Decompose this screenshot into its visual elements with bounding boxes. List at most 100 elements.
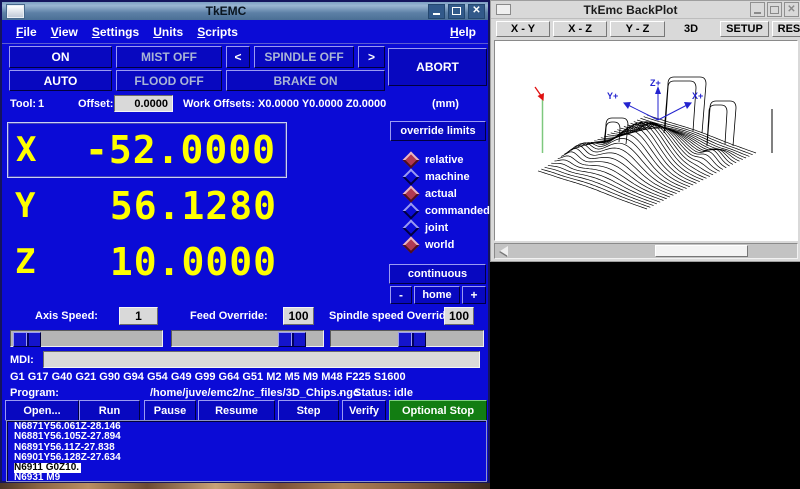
tkemc-window-icon (7, 5, 24, 18)
run-button[interactable]: Run (79, 400, 140, 421)
open-button[interactable]: Open... (5, 400, 79, 421)
backplot-canvas[interactable]: Z+Y+X+ (494, 40, 798, 241)
minimize-icon (433, 13, 440, 15)
jog-minus-button[interactable]: - (390, 286, 412, 304)
minimize-button[interactable] (428, 4, 445, 19)
tkemc-titlebar[interactable]: TkEMC ✕ (2, 2, 488, 20)
feed-override-slider[interactable] (171, 330, 324, 347)
radio-diamond-icon (403, 220, 420, 237)
axis-letter: Y (7, 186, 35, 226)
radio-diamond-icon (403, 186, 420, 203)
feed-override-value: 100 (283, 307, 314, 325)
axis-value: -52.0000 (85, 128, 286, 172)
radio-relative[interactable]: relative (387, 152, 492, 168)
jog-plus-button[interactable]: + (462, 286, 486, 304)
menu-help[interactable]: Help (450, 25, 476, 39)
close-icon: ✕ (472, 6, 480, 16)
radio-diamond-icon (403, 169, 420, 186)
program-separator: - (339, 387, 343, 399)
verify-button[interactable]: Verify (342, 400, 386, 421)
view-y-z-button[interactable]: Y - Z (610, 21, 665, 37)
backplot-minimize-button[interactable] (750, 2, 765, 17)
abort-button[interactable]: ABORT (388, 48, 487, 86)
backplot-titlebar[interactable]: TkEmc BackPlot ✕ (491, 1, 800, 19)
spindle-slower-button[interactable]: < (226, 46, 250, 68)
home-button[interactable]: home (414, 286, 460, 304)
mode-auto-button[interactable]: AUTO (9, 70, 112, 91)
radio-diamond-icon (403, 203, 420, 220)
backplot-close-button[interactable]: ✕ (784, 2, 799, 17)
spindle-override-label: Spindle speed Override: (329, 310, 456, 322)
backplot-hscrollbar[interactable] (494, 243, 798, 259)
desktop-wallpaper (0, 483, 490, 489)
axis-label-x: X+ (692, 91, 703, 101)
tool-value: 1 (38, 98, 44, 110)
menu-settings[interactable]: Settings (92, 25, 139, 39)
brake-button[interactable]: BRAKE ON (226, 70, 385, 91)
menubar: File View Settings Units Scripts Help (2, 20, 488, 44)
backplot-window-title: TkEmc BackPlot (511, 3, 750, 17)
scroll-left-button[interactable] (496, 245, 511, 257)
radio-label: world (425, 239, 454, 251)
override-limits-button[interactable]: override limits (390, 121, 486, 141)
spindle-override-slider[interactable] (330, 330, 484, 347)
dro-axis-y[interactable]: Y 56.1280 (7, 178, 287, 234)
radio-commanded[interactable]: commanded (387, 203, 492, 219)
scrollbar-thumb[interactable] (655, 245, 748, 257)
radio-machine[interactable]: machine (387, 169, 492, 185)
backplot-maximize-button[interactable] (767, 2, 782, 17)
offset-label: Offset: (78, 98, 113, 110)
radio-joint[interactable]: joint (387, 220, 492, 236)
feed-override-slider-thumb[interactable] (278, 332, 306, 347)
jog-continuous-button[interactable]: continuous (389, 264, 486, 284)
reset-button[interactable]: RESET (772, 21, 800, 37)
machine-on-button[interactable]: ON (9, 46, 112, 68)
close-button[interactable]: ✕ (468, 4, 485, 19)
maximize-button[interactable] (448, 4, 465, 19)
mdi-label: MDI: (10, 354, 34, 366)
coordinate-mode-radios: relative machine actualcommandedjoint world (387, 152, 492, 254)
radio-actual[interactable]: actual (387, 186, 492, 202)
menu-file[interactable]: File (16, 25, 37, 39)
mdi-input[interactable] (43, 351, 480, 368)
axis-speed-slider[interactable] (10, 330, 163, 347)
axis-label-z: Z+ (650, 78, 661, 88)
listing-line: N6931 M9 (14, 473, 486, 482)
flood-button[interactable]: FLOOD OFF (116, 70, 222, 91)
dro-axis-x[interactable]: X-52.0000 (7, 122, 287, 178)
work-offsets-value: X0.0000 Y0.0000 Z0.0000 (258, 98, 386, 110)
dro-axis-z[interactable]: Z10.0000 (7, 234, 287, 290)
menu-view[interactable]: View (51, 25, 78, 39)
offset-entry[interactable]: 0.0000 (114, 95, 173, 112)
spindle-button[interactable]: SPINDLE OFF (254, 46, 354, 68)
axis-speed-value: 1 (119, 307, 158, 325)
active-gcodes: G1 G17 G40 G21 G90 G94 G54 G49 G99 G64 G… (10, 371, 406, 383)
work-offsets-label: Work Offsets: (183, 98, 255, 110)
menubar-left: File View Settings Units Scripts (2, 25, 238, 39)
radio-label: machine (425, 171, 470, 183)
menu-units[interactable]: Units (153, 25, 183, 39)
view-x-z-button[interactable]: X - Z (553, 21, 607, 37)
view-x-y-button[interactable]: X - Y (496, 21, 550, 37)
radio-label: relative (425, 154, 464, 166)
mist-button[interactable]: MIST OFF (116, 46, 222, 68)
resume-button[interactable]: Resume (198, 400, 275, 421)
listing-line: N6911 G0Z10. (14, 463, 486, 473)
backplot-window-icon (496, 4, 511, 15)
listing-line: N6901Y56.128Z-27.634 (14, 453, 486, 463)
spindle-override-slider-thumb[interactable] (398, 332, 426, 347)
radio-diamond-icon (403, 152, 420, 169)
pause-button[interactable]: Pause (144, 400, 196, 421)
axis-speed-slider-thumb[interactable] (13, 332, 41, 347)
menu-scripts[interactable]: Scripts (197, 25, 238, 39)
spindle-faster-button[interactable]: > (358, 46, 385, 68)
setup-button[interactable]: SETUP (720, 21, 769, 37)
axis-value: 56.1280 (110, 184, 287, 228)
tool-label: Tool: (10, 98, 36, 110)
radio-world[interactable]: world (387, 237, 492, 253)
optional-stop-button[interactable]: Optional Stop (389, 400, 487, 421)
axis-letter: Z (7, 242, 35, 282)
program-listing[interactable]: N6871Y56.061Z-28.146N6881Y56.105Z-27.894… (6, 420, 487, 482)
step-button[interactable]: Step (278, 400, 339, 421)
axis-speed-label: Axis Speed: (35, 310, 98, 322)
